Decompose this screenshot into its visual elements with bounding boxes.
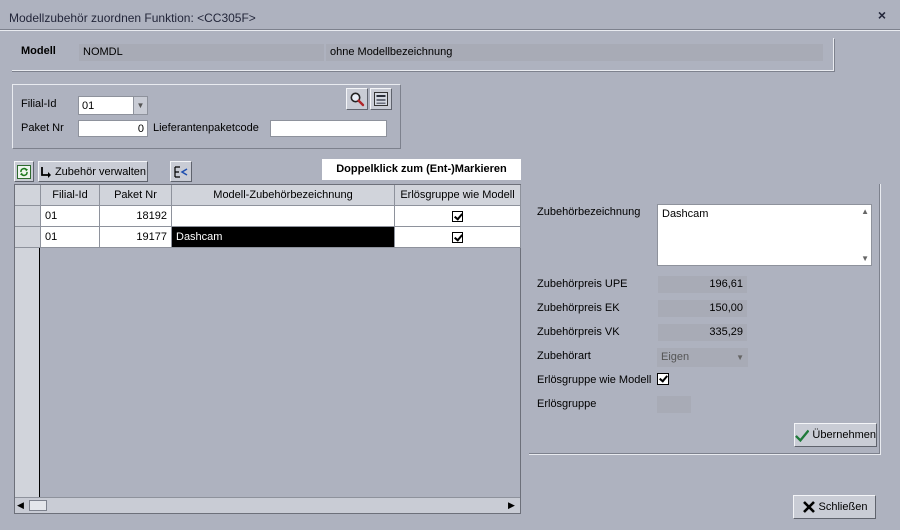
row-indicator[interactable] bbox=[15, 227, 41, 248]
chevron-down-icon[interactable]: ▼ bbox=[736, 348, 744, 367]
lieferant-input[interactable] bbox=[270, 120, 387, 137]
upe-field: 196,61 bbox=[658, 276, 747, 293]
filter-panel bbox=[12, 84, 401, 149]
close-x-icon bbox=[802, 501, 815, 513]
scroll-down-icon[interactable]: ▼ bbox=[861, 254, 869, 263]
scroll-left-icon[interactable]: ◀ bbox=[17, 500, 24, 510]
table-cell-erloesgruppe[interactable] bbox=[395, 227, 521, 248]
vk-field: 335,29 bbox=[658, 324, 747, 341]
table-cell-erloesgruppe[interactable] bbox=[395, 206, 521, 227]
title-divider bbox=[0, 29, 900, 31]
checkmark-green-icon bbox=[795, 429, 810, 442]
art-label: Zubehörart bbox=[537, 350, 591, 362]
row-checkbox[interactable] bbox=[452, 210, 463, 222]
art-select[interactable]: Eigen ▼ bbox=[657, 348, 748, 367]
column-settings-button[interactable] bbox=[170, 161, 192, 182]
table-cell-bezeichnung[interactable] bbox=[172, 206, 395, 227]
list-view-button[interactable] bbox=[370, 88, 392, 110]
hint-label: Doppelklick zum (Ent-)Markieren bbox=[322, 159, 521, 180]
header-paket[interactable]: Paket Nr bbox=[100, 185, 172, 206]
accessory-grid[interactable]: Filial-Id Paket Nr Modell-Zubehörbezeich… bbox=[14, 184, 521, 514]
window-title: Modellzubehör zuordnen Funktion: <CC305F… bbox=[9, 11, 256, 25]
checkmark-icon bbox=[657, 373, 669, 386]
erloes-wie-checkbox[interactable] bbox=[657, 373, 669, 386]
art-value: Eigen bbox=[661, 351, 690, 363]
model-code-field: NOMDL bbox=[79, 44, 324, 61]
model-label: Modell bbox=[21, 45, 56, 57]
lieferant-label: Lieferantenpaketcode bbox=[153, 122, 259, 134]
erloesgruppe-field bbox=[657, 396, 691, 413]
table-cell-paket[interactable]: 18192 bbox=[100, 206, 172, 227]
close-button[interactable]: Schließen bbox=[793, 495, 876, 519]
refresh-button[interactable] bbox=[14, 161, 34, 182]
paket-input[interactable]: 0 bbox=[78, 120, 148, 137]
bezeichnung-label: Zubehörbezeichnung bbox=[537, 206, 641, 218]
table-cell-filial[interactable]: 01 bbox=[41, 206, 100, 227]
bezeichnung-value: Dashcam bbox=[662, 208, 709, 220]
close-label: Schließen bbox=[818, 501, 868, 513]
table-cell-filial[interactable]: 01 bbox=[41, 227, 100, 248]
erloesgruppe-label: Erlösgruppe bbox=[537, 398, 597, 410]
model-description-field: ohne Modellbezeichnung bbox=[326, 44, 823, 61]
filial-select[interactable]: 01 bbox=[78, 96, 134, 115]
close-icon[interactable]: × bbox=[875, 8, 889, 22]
ek-field: 150,00 bbox=[658, 300, 747, 317]
arrow-return-icon bbox=[41, 166, 51, 178]
row-indicator[interactable] bbox=[15, 206, 41, 227]
apply-label: Übernehmen bbox=[812, 429, 876, 441]
ek-label: Zubehörpreis EK bbox=[537, 302, 620, 314]
scroll-up-icon[interactable]: ▲ bbox=[861, 207, 869, 216]
bezeichnung-textarea[interactable]: Dashcam ▲ ▼ bbox=[657, 204, 872, 266]
table-cell-bezeichnung-selected[interactable]: Dashcam bbox=[172, 227, 395, 248]
table-cell-paket[interactable]: 19177 bbox=[100, 227, 172, 248]
model-panel-shadow bbox=[12, 71, 834, 72]
paket-label: Paket Nr bbox=[21, 122, 64, 134]
apply-button[interactable]: Übernehmen bbox=[794, 423, 877, 447]
scrollbar-thumb[interactable] bbox=[29, 500, 47, 511]
refresh-icon bbox=[17, 164, 31, 179]
chevron-down-icon[interactable]: ▼ bbox=[133, 96, 148, 115]
header-filial[interactable]: Filial-Id bbox=[41, 185, 100, 206]
vk-label: Zubehörpreis VK bbox=[537, 326, 620, 338]
header-bezeichnung[interactable]: Modell-Zubehörbezeichnung bbox=[172, 185, 395, 206]
grid-list-icon bbox=[374, 92, 388, 106]
erloes-wie-label: Erlösgruppe wie Modell bbox=[537, 374, 652, 386]
row-checkbox[interactable] bbox=[452, 231, 463, 243]
columns-icon bbox=[174, 165, 188, 178]
header-erloesgruppe[interactable]: Erlösgruppe wie Modell bbox=[395, 185, 521, 206]
grid-corner bbox=[15, 185, 41, 206]
search-button[interactable] bbox=[346, 88, 368, 110]
manage-accessories-button[interactable]: Zubehör verwalten bbox=[38, 161, 148, 182]
horizontal-scrollbar[interactable]: ◀ ▶ bbox=[15, 497, 520, 513]
scroll-right-icon[interactable]: ▶ bbox=[508, 500, 515, 510]
filial-label: Filial-Id bbox=[21, 98, 57, 110]
upe-label: Zubehörpreis UPE bbox=[537, 278, 628, 290]
magnifier-icon bbox=[350, 92, 365, 107]
manage-accessories-label: Zubehör verwalten bbox=[54, 165, 147, 178]
